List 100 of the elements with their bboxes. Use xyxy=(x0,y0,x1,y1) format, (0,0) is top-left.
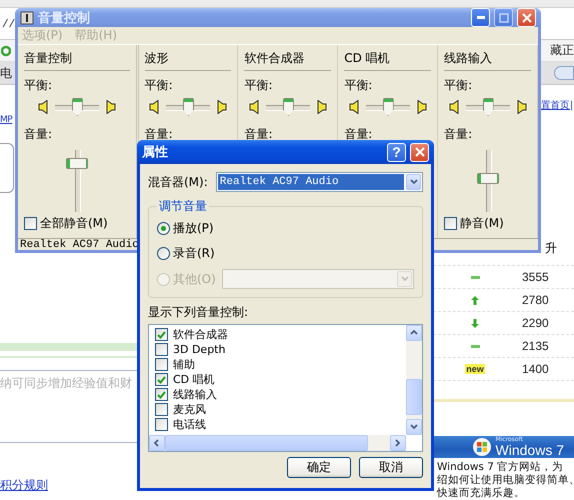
intro-text: 快速而充满乐趣。 xyxy=(437,487,525,500)
mixer-label: 混音器(M): xyxy=(148,174,208,190)
balance-label: 平衡: xyxy=(24,77,54,94)
mute-checkbox[interactable]: 静音(M) xyxy=(444,215,531,232)
chevron-down-icon xyxy=(410,178,418,186)
dash-icon xyxy=(470,344,480,348)
control-checkbox[interactable]: 电话线 xyxy=(155,417,406,432)
scroll-left-button[interactable] xyxy=(149,435,165,451)
count-text: 2135 xyxy=(521,339,550,353)
speaker-icon xyxy=(316,100,327,114)
control-checkbox[interactable]: 软件合成器 xyxy=(155,327,406,342)
volume-label: 音量: xyxy=(444,126,474,143)
intro-text: 绍如何让使用电脑变得简单、 xyxy=(437,474,574,487)
windows-logo-icon xyxy=(472,436,492,457)
volume-label: 音量: xyxy=(24,126,54,143)
favorites-text: 藏正 xyxy=(550,42,574,59)
pill-button[interactable] xyxy=(554,66,574,80)
dialog-button[interactable]: 取消 xyxy=(359,457,423,478)
scroll-thumb[interactable] xyxy=(406,379,422,415)
speaker-icon xyxy=(348,100,359,114)
volume-slider[interactable] xyxy=(476,149,499,213)
up-arrow-icon xyxy=(471,296,479,304)
speaker-icon xyxy=(248,100,259,114)
dialog-button[interactable]: 确定 xyxy=(287,457,351,478)
count-text: 2780 xyxy=(521,293,550,307)
scroll-thumb[interactable] xyxy=(165,435,368,451)
down-arrow-icon xyxy=(471,318,479,328)
maximize-button[interactable] xyxy=(494,8,513,27)
channel-name: CD 唱机 xyxy=(344,45,432,71)
channel-name: 软件合成器 xyxy=(244,45,332,71)
slider-thumb[interactable] xyxy=(183,98,194,116)
chevron-left-icon xyxy=(153,439,161,447)
help-button[interactable]: ? xyxy=(387,142,406,162)
minimize-icon xyxy=(476,16,484,19)
panel-edge xyxy=(0,143,14,193)
speaker-icon xyxy=(416,100,427,114)
close-icon xyxy=(414,147,424,157)
controls-list[interactable]: 软件合成器 3D Depth 辅助 CD 唱机 线路输入 麦克风 电话线 xyxy=(148,324,423,452)
scroll-up-button[interactable] xyxy=(406,325,422,341)
balance-label: 平衡: xyxy=(444,77,474,94)
scroll-down-button[interactable] xyxy=(406,419,422,435)
mixer-select[interactable]: Realtek AC97 Audio xyxy=(216,172,423,192)
scroll-right-button[interactable] xyxy=(390,435,406,451)
minimize-button[interactable] xyxy=(471,8,490,27)
window-icon xyxy=(20,10,34,24)
new-badge: new xyxy=(465,364,485,374)
control-checkbox[interactable]: 3D Depth xyxy=(155,342,406,357)
speaker-icon xyxy=(38,100,48,114)
volume-label: 音量: xyxy=(144,126,174,143)
mute-checkbox[interactable]: 全部静音(M) xyxy=(24,215,130,232)
count-text: 2290 xyxy=(521,316,550,330)
chevron-down-icon xyxy=(400,275,408,283)
slider-thumb[interactable] xyxy=(66,158,88,169)
control-checkbox[interactable]: 线路输入 xyxy=(155,387,406,402)
channel-name: 音量控制 xyxy=(24,45,130,71)
balance-label: 平衡: xyxy=(244,77,274,94)
chevron-right-icon xyxy=(394,439,402,447)
balance-label: 平衡: xyxy=(344,77,374,94)
check-icon xyxy=(157,330,166,338)
homepage-link[interactable]: 置首页 | xyxy=(541,99,573,112)
chevron-down-icon xyxy=(410,423,418,431)
speaker-icon xyxy=(516,100,527,114)
speaker-icon xyxy=(217,100,228,114)
close-icon xyxy=(522,12,532,22)
dash-icon xyxy=(470,276,480,278)
column-header: 升 xyxy=(545,240,558,257)
volume-label: 音量: xyxy=(244,126,274,143)
count-text: 3555 xyxy=(521,270,550,284)
channel-name: 线路输入 xyxy=(444,45,531,71)
brand-text: Windows 7 xyxy=(496,442,564,457)
maximize-icon xyxy=(498,12,508,22)
slider-thumb[interactable] xyxy=(282,98,294,116)
slider-thumb[interactable] xyxy=(482,98,494,116)
speaker-icon xyxy=(149,100,160,114)
rules-link[interactable]: 积分规则 xyxy=(0,477,48,494)
speaker-icon xyxy=(448,100,459,114)
tab-text: 电 xyxy=(0,64,12,82)
address-field[interactable]: // xyxy=(2,18,15,30)
speaker-icon xyxy=(106,100,116,114)
control-checkbox[interactable]: 辅助 xyxy=(155,357,406,372)
volume-slider[interactable] xyxy=(66,149,88,213)
slider-thumb[interactable] xyxy=(382,98,394,116)
channel-name: 波形 xyxy=(144,45,232,71)
volume-label: 音量: xyxy=(344,126,374,143)
slider-thumb[interactable] xyxy=(72,98,83,116)
radio-button[interactable]: 播放(P) xyxy=(157,219,414,238)
list-label: 显示下列音量控制: xyxy=(148,304,250,321)
control-checkbox[interactable]: CD 唱机 xyxy=(155,372,406,387)
close-button[interactable] xyxy=(517,8,536,27)
browser-logo-icon xyxy=(1,44,11,56)
slider-thumb[interactable] xyxy=(476,173,499,184)
balance-label: 平衡: xyxy=(144,77,174,94)
link[interactable]: MP xyxy=(0,115,12,125)
window-title: 音量控制 xyxy=(38,10,91,26)
chevron-up-icon xyxy=(410,329,418,337)
dialog-title: 属性 xyxy=(142,144,169,161)
group-title: 调节音量 xyxy=(158,198,208,215)
control-checkbox[interactable]: 麦克风 xyxy=(155,402,406,417)
count-text: 1400 xyxy=(521,362,550,376)
close-button[interactable] xyxy=(410,142,429,162)
